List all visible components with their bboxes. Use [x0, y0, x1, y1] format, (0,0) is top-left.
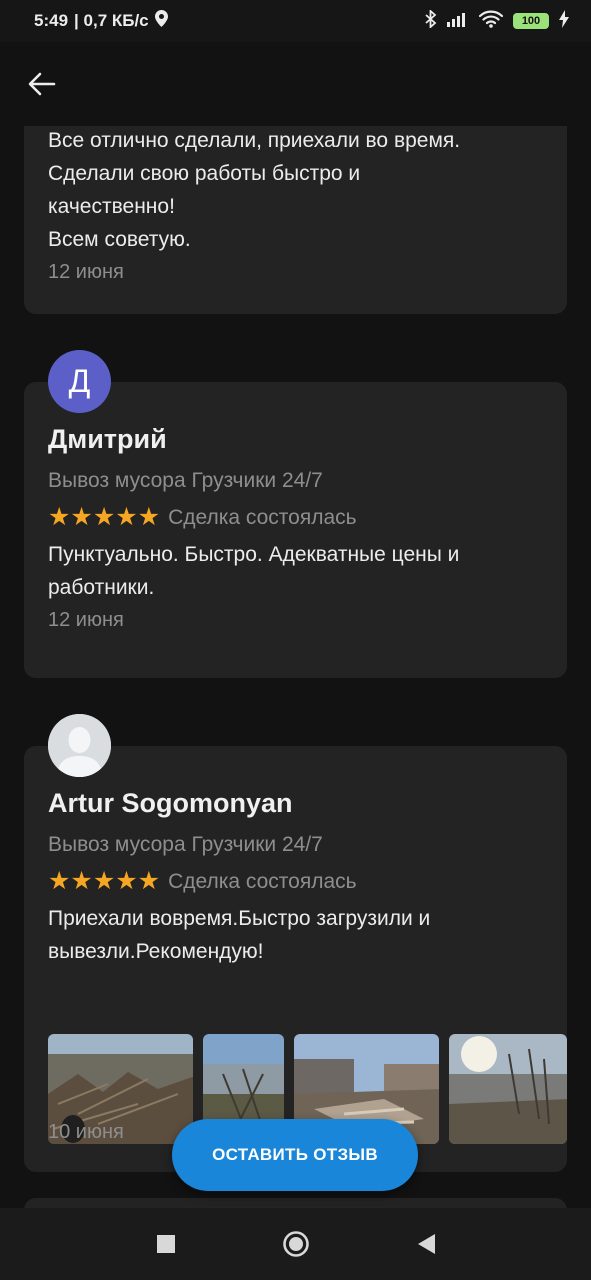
- status-time: 5:49: [34, 11, 69, 30]
- rating-row: ★★★★★ Сделка состоялась: [48, 869, 548, 894]
- back-nav-button[interactable]: [406, 1224, 446, 1264]
- bluetooth-icon: [425, 8, 437, 33]
- status-left: 5:49 | 0,7 КБ/с: [34, 10, 168, 32]
- status-right: 100: [425, 8, 569, 33]
- review-text-line: Пунктуально. Быстро. Адекватные цены и: [48, 543, 460, 566]
- review-text-line: Сделали свою работы быстро и: [48, 162, 361, 185]
- battery-indicator: 100: [513, 13, 549, 29]
- back-button[interactable]: [22, 64, 62, 104]
- review-text-line: вывезли.Рекомендую!: [48, 940, 264, 963]
- review-photo[interactable]: [448, 1034, 567, 1144]
- review-text-line: Все отлично сделали, приехали во время.: [48, 129, 461, 152]
- rating-row: ★★★★★ Сделка состоялась: [48, 505, 548, 530]
- review-service: Вывоз мусора Грузчики 24/7: [48, 833, 323, 856]
- charging-icon: [559, 9, 569, 33]
- user-placeholder-icon: [48, 714, 111, 777]
- screen: 5:49 | 0,7 КБ/с 100 Все отлично сделали,…: [0, 0, 591, 1280]
- avatar-letter: Д: [68, 363, 91, 399]
- avatar[interactable]: Д: [48, 350, 111, 413]
- location-icon: [154, 10, 168, 32]
- reviewer-name: Дмитрий: [48, 424, 167, 454]
- rating-stars: ★★★★★: [48, 867, 161, 895]
- review-card: Дмитрий Вывоз мусора Грузчики 24/7 ★★★★★…: [24, 382, 567, 678]
- review-service: Вывоз мусора Грузчики 24/7: [48, 469, 323, 492]
- triangle-back-icon: [417, 1234, 435, 1254]
- wifi-icon: [478, 10, 504, 33]
- status-bar: 5:49 | 0,7 КБ/с 100: [0, 0, 591, 42]
- deal-status: Сделка состоялась: [168, 505, 357, 529]
- review-text-line: Приехали вовремя.Быстро загрузили и: [48, 907, 431, 930]
- leave-review-button[interactable]: ОСТАВИТЬ ОТЗЫВ: [172, 1119, 418, 1191]
- review-card: Artur Sogomonyan Вывоз мусора Грузчики 2…: [24, 746, 567, 1172]
- circle-icon: [282, 1231, 309, 1257]
- signal-icon: [447, 11, 469, 32]
- recent-apps-button[interactable]: [146, 1224, 186, 1264]
- system-nav-bar: [0, 1208, 591, 1280]
- review-date: 10 июня: [48, 1121, 124, 1143]
- review-text-line: работники.: [48, 576, 155, 599]
- review-text-line: качественно!: [48, 195, 175, 218]
- reviewer-name: Artur Sogomonyan: [48, 788, 293, 818]
- app-bar: [0, 42, 591, 126]
- rating-stars: ★★★★★: [48, 503, 161, 531]
- network-speed: | 0,7 КБ/с: [74, 11, 149, 30]
- review-date: 12 июня: [48, 261, 124, 283]
- review-card: Все отлично сделали, приехали во время. …: [24, 126, 567, 314]
- reviews-list[interactable]: Все отлично сделали, приехали во время. …: [0, 126, 591, 1208]
- home-button[interactable]: [276, 1224, 316, 1264]
- avatar[interactable]: [48, 714, 111, 777]
- square-icon: [156, 1235, 175, 1253]
- review-date: 12 июня: [48, 609, 124, 631]
- review-card: [24, 1198, 567, 1208]
- arrow-left-icon: [28, 72, 56, 96]
- deal-status: Сделка состоялась: [168, 869, 357, 893]
- review-text-line: Всем советую.: [48, 228, 191, 251]
